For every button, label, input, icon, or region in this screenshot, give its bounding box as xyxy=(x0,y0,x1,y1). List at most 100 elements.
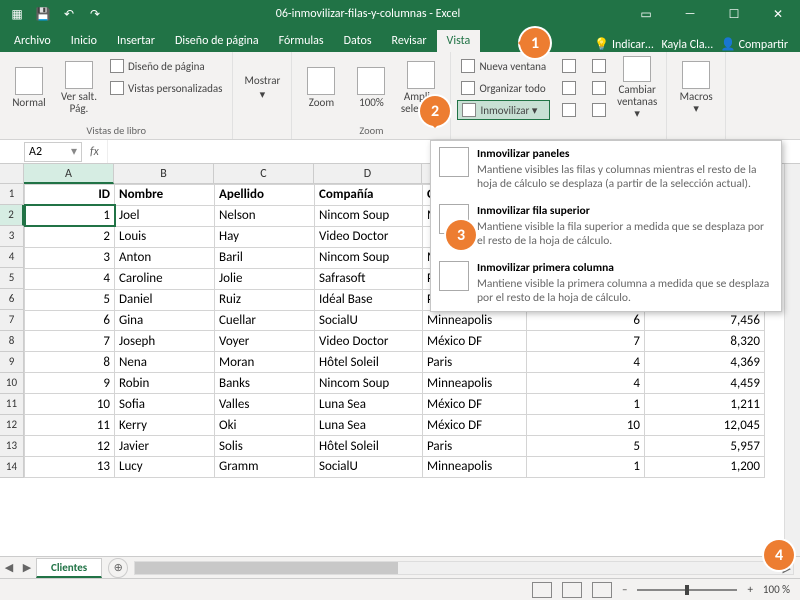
cell-A3[interactable]: 2 xyxy=(25,226,115,247)
cell-E10[interactable]: Minneapolis xyxy=(423,373,527,394)
cell-C2[interactable]: Nelson xyxy=(215,205,315,226)
cell-E11[interactable]: México DF xyxy=(423,394,527,415)
cell-D5[interactable]: Safrasoft xyxy=(315,268,423,289)
row-header-4[interactable]: 4 xyxy=(0,247,24,268)
freeze-panes-button[interactable]: Inmovilizar ▾ xyxy=(457,100,550,120)
cell-G9[interactable]: 4,369 xyxy=(645,352,765,373)
name-box[interactable]: A2▾ xyxy=(24,142,82,162)
cell-F10[interactable]: 4 xyxy=(527,373,645,394)
cell-C10[interactable]: Banks xyxy=(215,373,315,394)
column-header-C[interactable]: C xyxy=(214,164,314,184)
zoom-in-button[interactable]: + xyxy=(747,583,752,596)
cell-G8[interactable]: 8,320 xyxy=(645,331,765,352)
cell-D14[interactable]: SocialU xyxy=(315,456,423,477)
tell-me[interactable]: 💡 Indicar… xyxy=(594,37,653,52)
row-header-14[interactable]: 14 xyxy=(0,457,24,478)
sheet-tab-clientes[interactable]: Clientes xyxy=(36,558,102,578)
cell-C13[interactable]: Solis xyxy=(215,436,315,457)
reset-window-button[interactable] xyxy=(588,100,610,120)
tab-diseno-pagina[interactable]: Diseño de página xyxy=(165,30,269,52)
cell-G11[interactable]: 1,211 xyxy=(645,394,765,415)
cell-D2[interactable]: Nincom Soup xyxy=(315,205,423,226)
cell-A9[interactable]: 8 xyxy=(25,352,115,373)
cell-B9[interactable]: Nena xyxy=(115,352,215,373)
cell-E7[interactable]: Minneapolis xyxy=(423,310,527,331)
freeze-panes-item[interactable]: Inmovilizar panelesMantiene visibles las… xyxy=(431,141,781,198)
undo-icon[interactable]: ↶ xyxy=(58,3,80,25)
cell-B2[interactable]: Joel xyxy=(115,205,215,226)
cell-A8[interactable]: 7 xyxy=(25,331,115,352)
close-icon[interactable]: ✕ xyxy=(756,0,800,28)
ribbon-options-icon[interactable]: ▭ xyxy=(624,0,668,28)
page-break-view-icon[interactable] xyxy=(592,582,612,598)
cell-A14[interactable]: 13 xyxy=(25,456,115,477)
cell-F7[interactable]: 6 xyxy=(527,310,645,331)
tab-vista[interactable]: Vista xyxy=(437,30,481,52)
cell-B11[interactable]: Sofia xyxy=(115,394,215,415)
cell-F11[interactable]: 1 xyxy=(527,394,645,415)
cell-E14[interactable]: Minneapolis xyxy=(423,456,527,477)
minimize-icon[interactable]: — xyxy=(668,0,712,28)
cell-B4[interactable]: Anton xyxy=(115,247,215,268)
save-icon[interactable]: 💾 xyxy=(32,3,54,25)
cell-C3[interactable]: Hay xyxy=(215,226,315,247)
cell-D9[interactable]: Hôtel Soleil xyxy=(315,352,423,373)
zoom-slider[interactable] xyxy=(637,589,737,591)
cell-C9[interactable]: Moran xyxy=(215,352,315,373)
cell-D6[interactable]: Idéal Base xyxy=(315,289,423,310)
tab-formulas[interactable]: Fórmulas xyxy=(269,30,334,52)
cell-A2[interactable]: 1 xyxy=(25,205,115,226)
cell-B12[interactable]: Kerry xyxy=(115,415,215,436)
unhide-button[interactable] xyxy=(558,100,580,120)
cell-C4[interactable]: Baril xyxy=(215,247,315,268)
switch-windows-button[interactable]: Cambiar ventanas ▾ xyxy=(614,56,660,120)
cell-E12[interactable]: México DF xyxy=(423,415,527,436)
hide-button[interactable] xyxy=(558,78,580,98)
cell-A5[interactable]: 4 xyxy=(25,268,115,289)
horizontal-scrollbar[interactable]: ▶ xyxy=(134,561,794,575)
cell-D3[interactable]: Video Doctor xyxy=(315,226,423,247)
cell-A11[interactable]: 10 xyxy=(25,394,115,415)
vertical-scrollbar[interactable] xyxy=(784,164,800,556)
row-header-11[interactable]: 11 xyxy=(0,394,24,415)
cell-G7[interactable]: 7,456 xyxy=(645,310,765,331)
row-header-2[interactable]: 2 xyxy=(0,205,24,226)
cell-C1[interactable]: Apellido xyxy=(215,185,315,206)
cell-C8[interactable]: Voyer xyxy=(215,331,315,352)
tab-revisar[interactable]: Revisar xyxy=(382,30,437,52)
cell-D8[interactable]: Video Doctor xyxy=(315,331,423,352)
cell-F8[interactable]: 7 xyxy=(527,331,645,352)
cell-E13[interactable]: Paris xyxy=(423,436,527,457)
custom-views-button[interactable]: Vistas personalizadas xyxy=(106,78,226,98)
cell-C5[interactable]: Jolie xyxy=(215,268,315,289)
row-header-7[interactable]: 7 xyxy=(0,310,24,331)
cell-A1[interactable]: ID xyxy=(25,185,115,206)
cell-A12[interactable]: 11 xyxy=(25,415,115,436)
zoom-100-button[interactable]: 100% xyxy=(348,56,394,120)
cell-D4[interactable]: Nincom Soup xyxy=(315,247,423,268)
view-side-by-side-button[interactable] xyxy=(588,56,610,76)
row-header-9[interactable]: 9 xyxy=(0,352,24,373)
cell-D11[interactable]: Luna Sea xyxy=(315,394,423,415)
normal-view-button[interactable]: Normal xyxy=(6,56,52,120)
cell-A10[interactable]: 9 xyxy=(25,373,115,394)
tab-inicio[interactable]: Inicio xyxy=(61,30,107,52)
page-layout-button[interactable]: Diseño de página xyxy=(106,56,226,76)
cell-B5[interactable]: Caroline xyxy=(115,268,215,289)
sync-scroll-button[interactable] xyxy=(588,78,610,98)
tab-archivo[interactable]: Archivo xyxy=(4,30,61,52)
column-header-A[interactable]: A xyxy=(24,164,114,184)
share-button[interactable]: 👤 Compartir xyxy=(721,37,788,52)
cell-F14[interactable]: 1 xyxy=(527,456,645,477)
sheet-nav-next[interactable]: ▶ xyxy=(18,561,36,574)
cell-C11[interactable]: Valles xyxy=(215,394,315,415)
cell-C7[interactable]: Cuellar xyxy=(215,310,315,331)
cell-D7[interactable]: SocialU xyxy=(315,310,423,331)
row-header-1[interactable]: 1 xyxy=(0,184,24,205)
cell-E8[interactable]: México DF xyxy=(423,331,527,352)
fx-icon[interactable]: fx xyxy=(90,145,99,159)
cell-G12[interactable]: 12,045 xyxy=(645,415,765,436)
page-break-view-button[interactable]: Ver salt. Pág. xyxy=(56,56,102,120)
cell-D1[interactable]: Compañía xyxy=(315,185,423,206)
maximize-icon[interactable]: ☐ xyxy=(712,0,756,28)
